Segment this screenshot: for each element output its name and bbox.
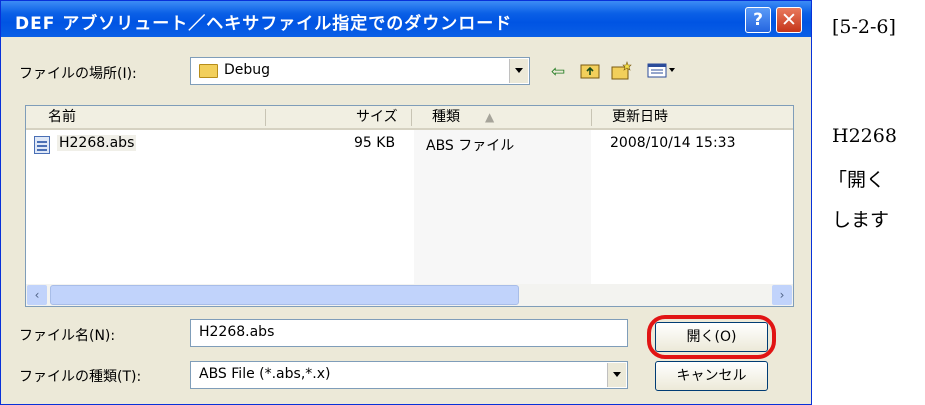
back-arrow-icon[interactable]: ⇦: [547, 61, 569, 83]
look-in-label: ファイルの場所(I):: [19, 66, 137, 82]
filetype-label: ファイルの種類(T):: [19, 369, 142, 385]
new-folder-icon[interactable]: [611, 61, 633, 83]
file-modified: 2008/10/14 15:33: [610, 135, 736, 151]
cancel-button[interactable]: キャンセル: [655, 361, 768, 391]
filetype-dropdown[interactable]: ABS File (*.abs,*.x): [190, 361, 628, 389]
chevron-down-icon[interactable]: [509, 59, 528, 83]
help-button[interactable]: ?: [745, 7, 771, 33]
horizontal-scrollbar[interactable]: ‹ ›: [26, 284, 793, 306]
column-type[interactable]: 種類: [432, 106, 460, 130]
filename-label: ファイル名(N):: [19, 328, 116, 344]
filename-value: H2268.abs: [199, 324, 275, 340]
chevron-down-icon[interactable]: [607, 363, 626, 387]
scrollbar-thumb[interactable]: [50, 285, 519, 305]
open-button-highlight: [647, 315, 776, 359]
side-text-line-1: H2268: [832, 125, 897, 147]
file-list[interactable]: 名前 サイズ 種類 ▲ 更新日時 H2268.abs 95 KB ABS ファイ…: [25, 105, 794, 307]
title-bar[interactable]: DEF アブソリュート／ヘキサファイル指定でのダウンロード ? ✕: [1, 1, 811, 37]
scroll-left-arrow-icon[interactable]: ‹: [27, 285, 47, 305]
up-folder-icon[interactable]: [579, 61, 601, 83]
side-text-line-2: 「開く: [828, 169, 886, 191]
sort-asc-icon: ▲: [485, 110, 495, 124]
column-size[interactable]: サイズ: [356, 106, 398, 130]
file-type: ABS ファイル: [426, 138, 515, 154]
look-in-value: Debug: [224, 62, 271, 78]
filetype-value: ABS File (*.abs,*.x): [199, 366, 331, 382]
column-name[interactable]: 名前: [48, 106, 76, 130]
reference-number: [5-2-6]: [832, 16, 896, 38]
column-divider: [265, 109, 266, 126]
filename-input[interactable]: H2268.abs: [190, 319, 628, 347]
file-size: 95 KB: [354, 135, 396, 151]
column-divider: [411, 109, 412, 126]
view-menu-icon[interactable]: [647, 61, 677, 83]
abs-file-icon: [34, 136, 50, 154]
dialog-title: DEF アブソリュート／ヘキサファイル指定でのダウンロード: [15, 14, 513, 34]
scroll-right-arrow-icon[interactable]: ›: [772, 285, 792, 305]
close-button[interactable]: ✕: [776, 7, 802, 33]
column-header-bar: [26, 106, 793, 130]
column-modified[interactable]: 更新日時: [612, 106, 668, 130]
side-text-line-3: します: [832, 209, 890, 231]
look-in-dropdown[interactable]: Debug: [190, 57, 530, 85]
file-open-dialog: DEF アブソリュート／ヘキサファイル指定でのダウンロード ? ✕ ファイルの場…: [0, 0, 812, 405]
column-divider: [591, 109, 592, 126]
folder-icon: [199, 64, 218, 78]
file-name: H2268.abs: [57, 135, 137, 151]
